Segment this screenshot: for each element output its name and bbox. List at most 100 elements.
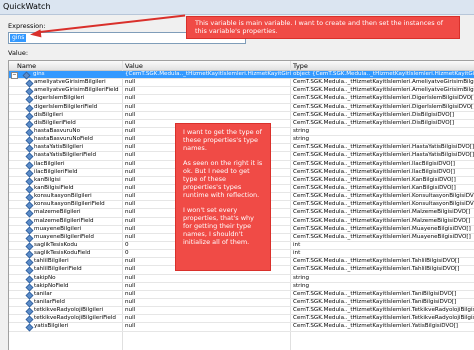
table-row[interactable]: digerIslemBilgileri null CemT.SGK.Medula..… (9, 95, 474, 104)
table-row[interactable]: yatisBilgileri null CemT.SGK.Medula.._tHiz… (9, 323, 474, 332)
table-row[interactable]: takipNoField null string (9, 282, 474, 292)
row-name: kanBilgisiField (34, 184, 74, 191)
row-type: CemT.SGK.Medula.._tHizmetKayitIslemleri.… (293, 79, 474, 86)
row-value: null (125, 111, 136, 118)
row-type: CemT.SGK.Medula.._tHizmetKayitIslemleri.… (293, 290, 457, 297)
row-value: null (125, 274, 136, 281)
column-header-value[interactable]: Value (125, 62, 143, 70)
column-header-type[interactable]: Type (293, 62, 308, 70)
row-type: string (293, 282, 310, 289)
table-row[interactable]: tetkikveRadyolojiBilgileriField null CemT.… (9, 315, 474, 324)
row-type: CemT.SGK.Medula.._tHizmetKayitIslemleri.… (293, 193, 474, 200)
annotation-middle-para-2: As seen on the right it is ok. But I nee… (183, 159, 263, 199)
table-row[interactable]: takipNo null string (9, 275, 474, 283)
row-value: null (125, 323, 136, 330)
annotation-middle: I want to get the type of these properti… (175, 123, 271, 271)
row-name: hastaYatisBilgileri (34, 144, 84, 151)
row-name: hastaYatisBilgileriField (34, 152, 97, 159)
row-type: string (293, 127, 310, 134)
window-title-bar: QuickWatch (0, 0, 474, 15)
row-name: ameliyatveGirisimBilgileriField (34, 87, 119, 94)
table-row[interactable]: disBilgileri null CemT.SGK.Medula.._tHizme… (9, 111, 474, 121)
row-type: CemT.SGK.Medula.._tHizmetKayitIslemleri.… (293, 266, 460, 273)
row-type: CemT.SGK.Medula.._tHizmetKayitIslemleri.… (293, 209, 471, 216)
root-type: object {CemT.SGK.Medula.._tHizmetKayitIs… (293, 71, 474, 77)
row-value: null (125, 87, 136, 94)
row-value: null (125, 307, 136, 314)
row-name: tetkikveRadyolojiBilgileri (34, 307, 104, 314)
row-type: CemT.SGK.Medula.._tHizmetKayitIslemleri.… (293, 87, 474, 94)
row-type: CemT.SGK.Medula.._tHizmetKayitIslemleri.… (293, 144, 474, 151)
row-type: CemT.SGK.Medula.._tHizmetKayitIslemleri.… (293, 160, 455, 167)
table-row[interactable]: tetkikveRadyolojiBilgileri null CemT.SGK.M… (9, 307, 474, 316)
row-name: tahlilBilgileriField (34, 266, 82, 273)
row-name: muayeneBilgileriField (34, 233, 94, 240)
row-name: digerIslemBilgileri (34, 95, 85, 102)
row-type: CemT.SGK.Medula.._tHizmetKayitIslemleri.… (293, 225, 471, 232)
row-type: CemT.SGK.Medula.._tHizmetKayitIslemleri.… (293, 184, 456, 191)
row-value: null (125, 103, 136, 110)
collapse-icon[interactable]: − (11, 72, 18, 79)
row-type: string (293, 136, 310, 143)
row-type: CemT.SGK.Medula.._tHizmetKayitIslemleri.… (293, 95, 474, 102)
row-type: CemT.SGK.Medula.._tHizmetKayitIslemleri.… (293, 119, 455, 126)
row-name: tahlilBilgileri (34, 258, 69, 265)
row-value: null (125, 290, 136, 297)
row-name: malzemeBilgileri (34, 209, 81, 216)
property-icon (25, 323, 34, 332)
row-type: string (293, 274, 310, 281)
row-name: takipNo (34, 274, 56, 281)
row-name: saglikTesisKodu (34, 241, 78, 248)
row-type: CemT.SGK.Medula.._tHizmetKayitIslemleri.… (293, 152, 474, 159)
row-name: yatisBilgileri (34, 323, 69, 330)
annotation-middle-para-1: I want to get the type of these properti… (183, 128, 262, 152)
row-name: saglikTesisKoduField (34, 250, 91, 257)
table-row[interactable]: tanilar null CemT.SGK.Medula.._tHizmetKayi… (9, 290, 474, 300)
root-name: gins (33, 71, 45, 77)
row-type: CemT.SGK.Medula.._tHizmetKayitIslemleri.… (293, 176, 456, 183)
annotation-arrow-line (39, 14, 186, 33)
row-name: disBilgileri (34, 111, 63, 118)
row-type: CemT.SGK.Medula.._tHizmetKayitIslemleri.… (293, 307, 474, 314)
row-value: null (125, 79, 136, 86)
row-value: null (125, 315, 136, 322)
row-type: CemT.SGK.Medula.._tHizmetKayitIslemleri.… (293, 111, 455, 118)
row-type: CemT.SGK.Medula.._tHizmetKayitIslemleri.… (293, 201, 474, 208)
row-value: null (125, 298, 136, 305)
row-name: tanilar (34, 290, 53, 297)
row-type: CemT.SGK.Medula.._tHizmetKayitIslemleri.… (293, 103, 474, 110)
annotation-arrow-head-icon (29, 29, 42, 39)
table-row[interactable]: ameliyatveGirisimBilgileri null CemT.SGK.M… (9, 79, 474, 88)
row-type: int (293, 250, 301, 257)
row-value: null (125, 95, 136, 102)
row-name: ilacBilgileriField (34, 168, 78, 175)
row-type: int (293, 241, 301, 248)
row-type: CemT.SGK.Medula.._tHizmetKayitIslemleri.… (293, 298, 457, 305)
row-name: hastaBasvuruNoField (34, 136, 93, 143)
row-name: hastaBasvuruNo (34, 127, 80, 134)
row-name: malzemeBilgileriField (34, 217, 94, 224)
row-name: konsultasyonBilgileriField (34, 201, 105, 208)
row-value: null (125, 282, 136, 289)
value-label: Value: (8, 49, 29, 57)
root-value: {CemT.SGK.Medula.._tHizmetKayitIslemleri… (125, 71, 291, 77)
row-type: CemT.SGK.Medula.._tHizmetKayitIslemleri.… (293, 323, 458, 330)
row-name: ilacBilgileri (34, 160, 65, 167)
table-row[interactable]: digerIslemBilgileriField null CemT.SGK.Med… (9, 103, 474, 113)
table-row-root[interactable]: − gins {CemT.SGK.Medula.._tHizmetKayitIs… (9, 71, 474, 80)
row-name: disBilgileriField (34, 119, 76, 126)
table-row[interactable]: ameliyatveGirisimBilgileriField null CemT.… (9, 87, 474, 96)
row-type: CemT.SGK.Medula.._tHizmetKayitIslemleri.… (293, 233, 471, 240)
annotation-middle-para-3: I won't set every properties, that's why… (183, 206, 255, 246)
row-name: konsultasyonBilgileri (34, 193, 92, 200)
row-type: CemT.SGK.Medula.._tHizmetKayitIslemleri.… (293, 168, 455, 175)
row-type: CemT.SGK.Medula.._tHizmetKayitIslemleri.… (293, 315, 474, 322)
row-name: ameliyatveGirisimBilgileri (34, 79, 106, 86)
row-type: CemT.SGK.Medula.._tHizmetKayitIslemleri.… (293, 217, 471, 224)
row-name: tanilarField (34, 298, 65, 305)
column-header-name[interactable]: Name (17, 62, 36, 70)
row-name: tetkikveRadyolojiBilgileriField (34, 315, 116, 322)
table-row[interactable]: tanilarField null CemT.SGK.Medula.._tHizme… (9, 298, 474, 308)
row-name: digerIslemBilgileriField (34, 103, 98, 110)
annotation-top: This variable is main variable. I want t… (186, 16, 460, 39)
